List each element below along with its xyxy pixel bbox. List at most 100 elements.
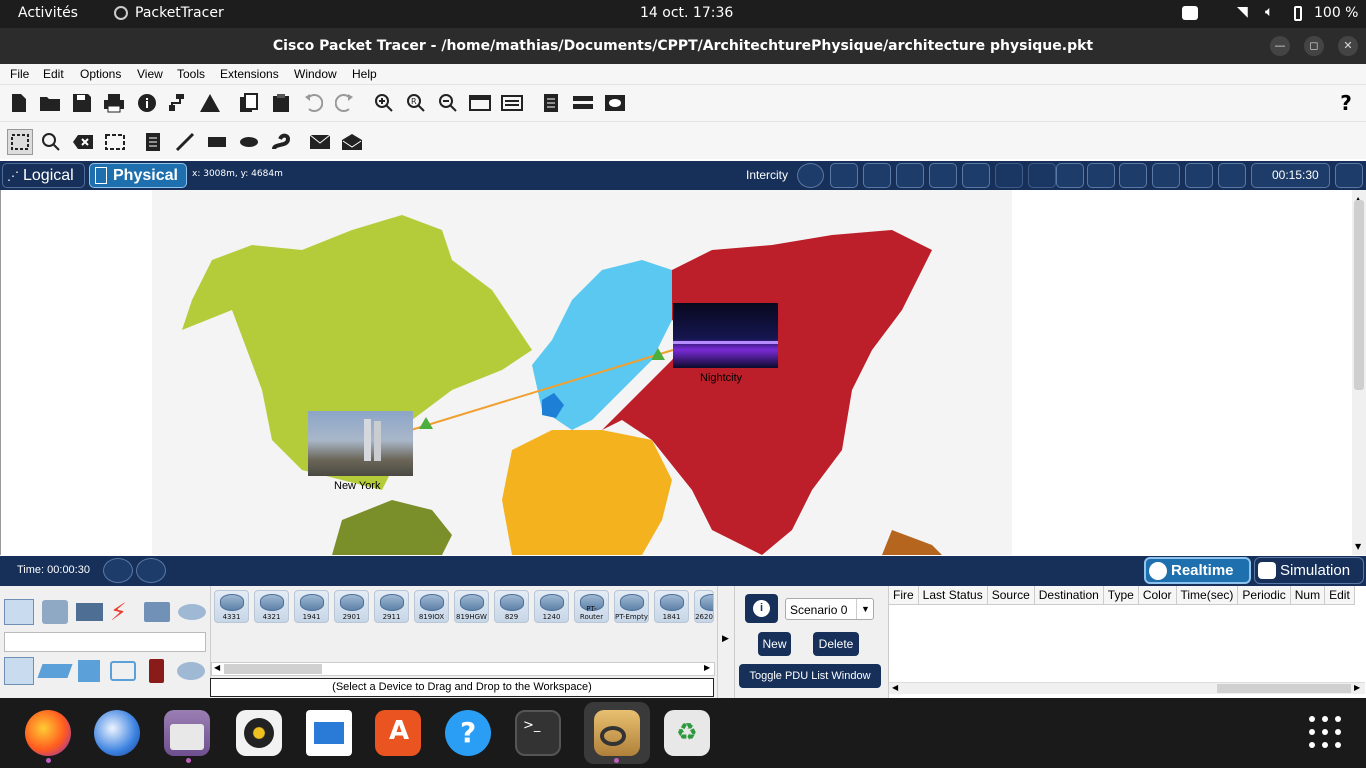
navigation-compass-icon[interactable] bbox=[797, 163, 824, 188]
list-view-icon[interactable] bbox=[1056, 163, 1084, 188]
col-num[interactable]: Num bbox=[1290, 586, 1326, 605]
power-cycle-icon[interactable] bbox=[103, 558, 133, 583]
pan-icon[interactable] bbox=[1119, 163, 1147, 188]
panel-splitter[interactable]: ▶ bbox=[717, 586, 735, 698]
battery-icon[interactable] bbox=[1294, 6, 1302, 21]
remove-container-icon[interactable] bbox=[1028, 163, 1056, 188]
activity-wizard-icon[interactable] bbox=[199, 92, 221, 114]
end-devices-category-icon[interactable] bbox=[42, 600, 68, 624]
packettracer-icon[interactable] bbox=[594, 710, 640, 756]
delete-icon[interactable] bbox=[72, 131, 94, 153]
copy-icon[interactable] bbox=[238, 92, 260, 114]
wifi-icon[interactable]: ◥ bbox=[1237, 4, 1248, 20]
add-complex-pdu-icon[interactable] bbox=[341, 131, 363, 153]
col-periodic[interactable]: Periodic bbox=[1237, 586, 1291, 605]
tab-physical[interactable]: Physical bbox=[89, 163, 187, 188]
switches-subcategory-icon[interactable] bbox=[37, 664, 73, 678]
col-last-status[interactable]: Last Status bbox=[918, 586, 988, 605]
undo-icon[interactable] bbox=[302, 92, 324, 114]
help-icon[interactable]: ? bbox=[445, 710, 491, 756]
app-grid-icon[interactable] bbox=[1308, 715, 1342, 749]
network-info-icon[interactable] bbox=[168, 92, 190, 114]
paste-icon[interactable] bbox=[270, 92, 292, 114]
pdu-info-button[interactable]: i bbox=[745, 594, 778, 623]
menu-window[interactable]: Window bbox=[294, 67, 337, 81]
home-icon[interactable] bbox=[1335, 163, 1363, 188]
col-color[interactable]: Color bbox=[1138, 586, 1177, 605]
toggle-pdu-list-button[interactable]: Toggle PDU List Window bbox=[739, 664, 881, 688]
background-image-icon[interactable] bbox=[1218, 163, 1246, 188]
simulation-mode-button[interactable]: Simulation bbox=[1254, 557, 1364, 584]
trash-icon[interactable]: ♻ bbox=[664, 710, 710, 756]
device-pt-empty[interactable]: PT-Empty bbox=[614, 590, 649, 623]
device-819hgw[interactable]: 819HGW bbox=[454, 590, 489, 623]
device-2901[interactable]: 2901 bbox=[334, 590, 369, 623]
fast-forward-icon[interactable] bbox=[136, 558, 166, 583]
save-icon[interactable] bbox=[71, 92, 93, 114]
app-menu-label[interactable]: PacketTracer bbox=[135, 5, 224, 21]
device-2911[interactable]: 2911 bbox=[374, 590, 409, 623]
grid-toggle-icon[interactable] bbox=[1087, 163, 1115, 188]
device-819iox[interactable]: 819IOX bbox=[414, 590, 449, 623]
col-edit[interactable]: Edit bbox=[1324, 586, 1355, 605]
scenario-select[interactable]: Scenario 0 ▼ bbox=[785, 598, 874, 620]
components-category-icon[interactable] bbox=[76, 603, 103, 621]
print-icon[interactable] bbox=[103, 92, 125, 114]
pdu-scroll-thumb[interactable] bbox=[1217, 684, 1351, 693]
back-icon[interactable] bbox=[830, 163, 858, 188]
freeform-icon[interactable] bbox=[270, 131, 292, 153]
info-icon[interactable] bbox=[136, 92, 158, 114]
notes-icon[interactable] bbox=[540, 92, 562, 114]
device-search-input[interactable] bbox=[4, 632, 206, 652]
menu-tools[interactable]: Tools bbox=[177, 67, 205, 81]
menu-options[interactable]: Options bbox=[80, 67, 121, 81]
col-time[interactable]: Time(sec) bbox=[1176, 586, 1239, 605]
new-city-icon[interactable] bbox=[863, 163, 891, 188]
terminal-icon[interactable]: >_ bbox=[515, 710, 561, 756]
add-simple-pdu-icon[interactable] bbox=[309, 131, 331, 153]
select-icon[interactable] bbox=[7, 129, 33, 155]
new-building-icon[interactable] bbox=[896, 163, 924, 188]
menu-view[interactable]: View bbox=[137, 67, 163, 81]
device-link-line[interactable] bbox=[1, 190, 1352, 555]
network-devices-category-icon[interactable] bbox=[4, 599, 34, 625]
hubs-subcategory-icon[interactable] bbox=[78, 660, 100, 682]
security-subcategory-icon[interactable] bbox=[149, 659, 164, 683]
place-note-icon[interactable] bbox=[142, 131, 164, 153]
device-label-nightcity[interactable]: Nightcity bbox=[700, 372, 742, 384]
drawing-palette-icon[interactable] bbox=[469, 92, 491, 114]
menu-file[interactable]: File bbox=[10, 67, 29, 81]
device-1240[interactable]: 1240 bbox=[534, 590, 569, 623]
clock[interactable]: 14 oct. 17:36 bbox=[640, 5, 733, 21]
device-list-scroll-thumb[interactable] bbox=[224, 664, 322, 674]
device-label-new-york[interactable]: New York bbox=[334, 480, 380, 492]
menu-help[interactable]: Help bbox=[352, 67, 377, 81]
zoom-reset-icon[interactable]: R bbox=[405, 92, 427, 114]
zoom-in-icon[interactable] bbox=[373, 92, 395, 114]
rhythmbox-icon[interactable] bbox=[236, 710, 282, 756]
menu-edit[interactable]: Edit bbox=[43, 67, 64, 81]
maximize-button[interactable]: ◻ bbox=[1304, 36, 1324, 56]
nightcity-image[interactable] bbox=[673, 303, 778, 368]
custom-device-icon[interactable] bbox=[501, 92, 523, 114]
scroll-right-icon[interactable]: ▶ bbox=[704, 663, 710, 672]
delete-scenario-button[interactable]: Delete bbox=[813, 632, 859, 656]
wireless-icon[interactable] bbox=[1185, 163, 1213, 188]
volume-icon[interactable]: 🔈︎ bbox=[1265, 4, 1273, 20]
tile-view-icon[interactable] bbox=[1152, 163, 1180, 188]
col-destination[interactable]: Destination bbox=[1034, 586, 1104, 605]
thunderbird-icon[interactable] bbox=[94, 710, 140, 756]
help-button[interactable]: ? bbox=[1335, 91, 1357, 115]
close-button[interactable]: ✕ bbox=[1338, 36, 1358, 56]
cloud-device-icon[interactable] bbox=[604, 92, 626, 114]
col-source[interactable]: Source bbox=[987, 586, 1035, 605]
activities-button[interactable]: Activités bbox=[18, 5, 78, 21]
device-1941[interactable]: 1941 bbox=[294, 590, 329, 623]
col-fire[interactable]: Fire bbox=[889, 586, 919, 605]
resize-shape-icon[interactable] bbox=[104, 131, 126, 153]
physical-workspace[interactable]: New York Nightcity bbox=[0, 190, 1352, 555]
device-template-icon[interactable] bbox=[572, 92, 594, 114]
wan-emulation-subcategory-icon[interactable] bbox=[177, 662, 205, 680]
chevron-down-icon[interactable]: ▼ bbox=[856, 599, 870, 619]
multiuser-category-icon[interactable] bbox=[178, 604, 206, 620]
